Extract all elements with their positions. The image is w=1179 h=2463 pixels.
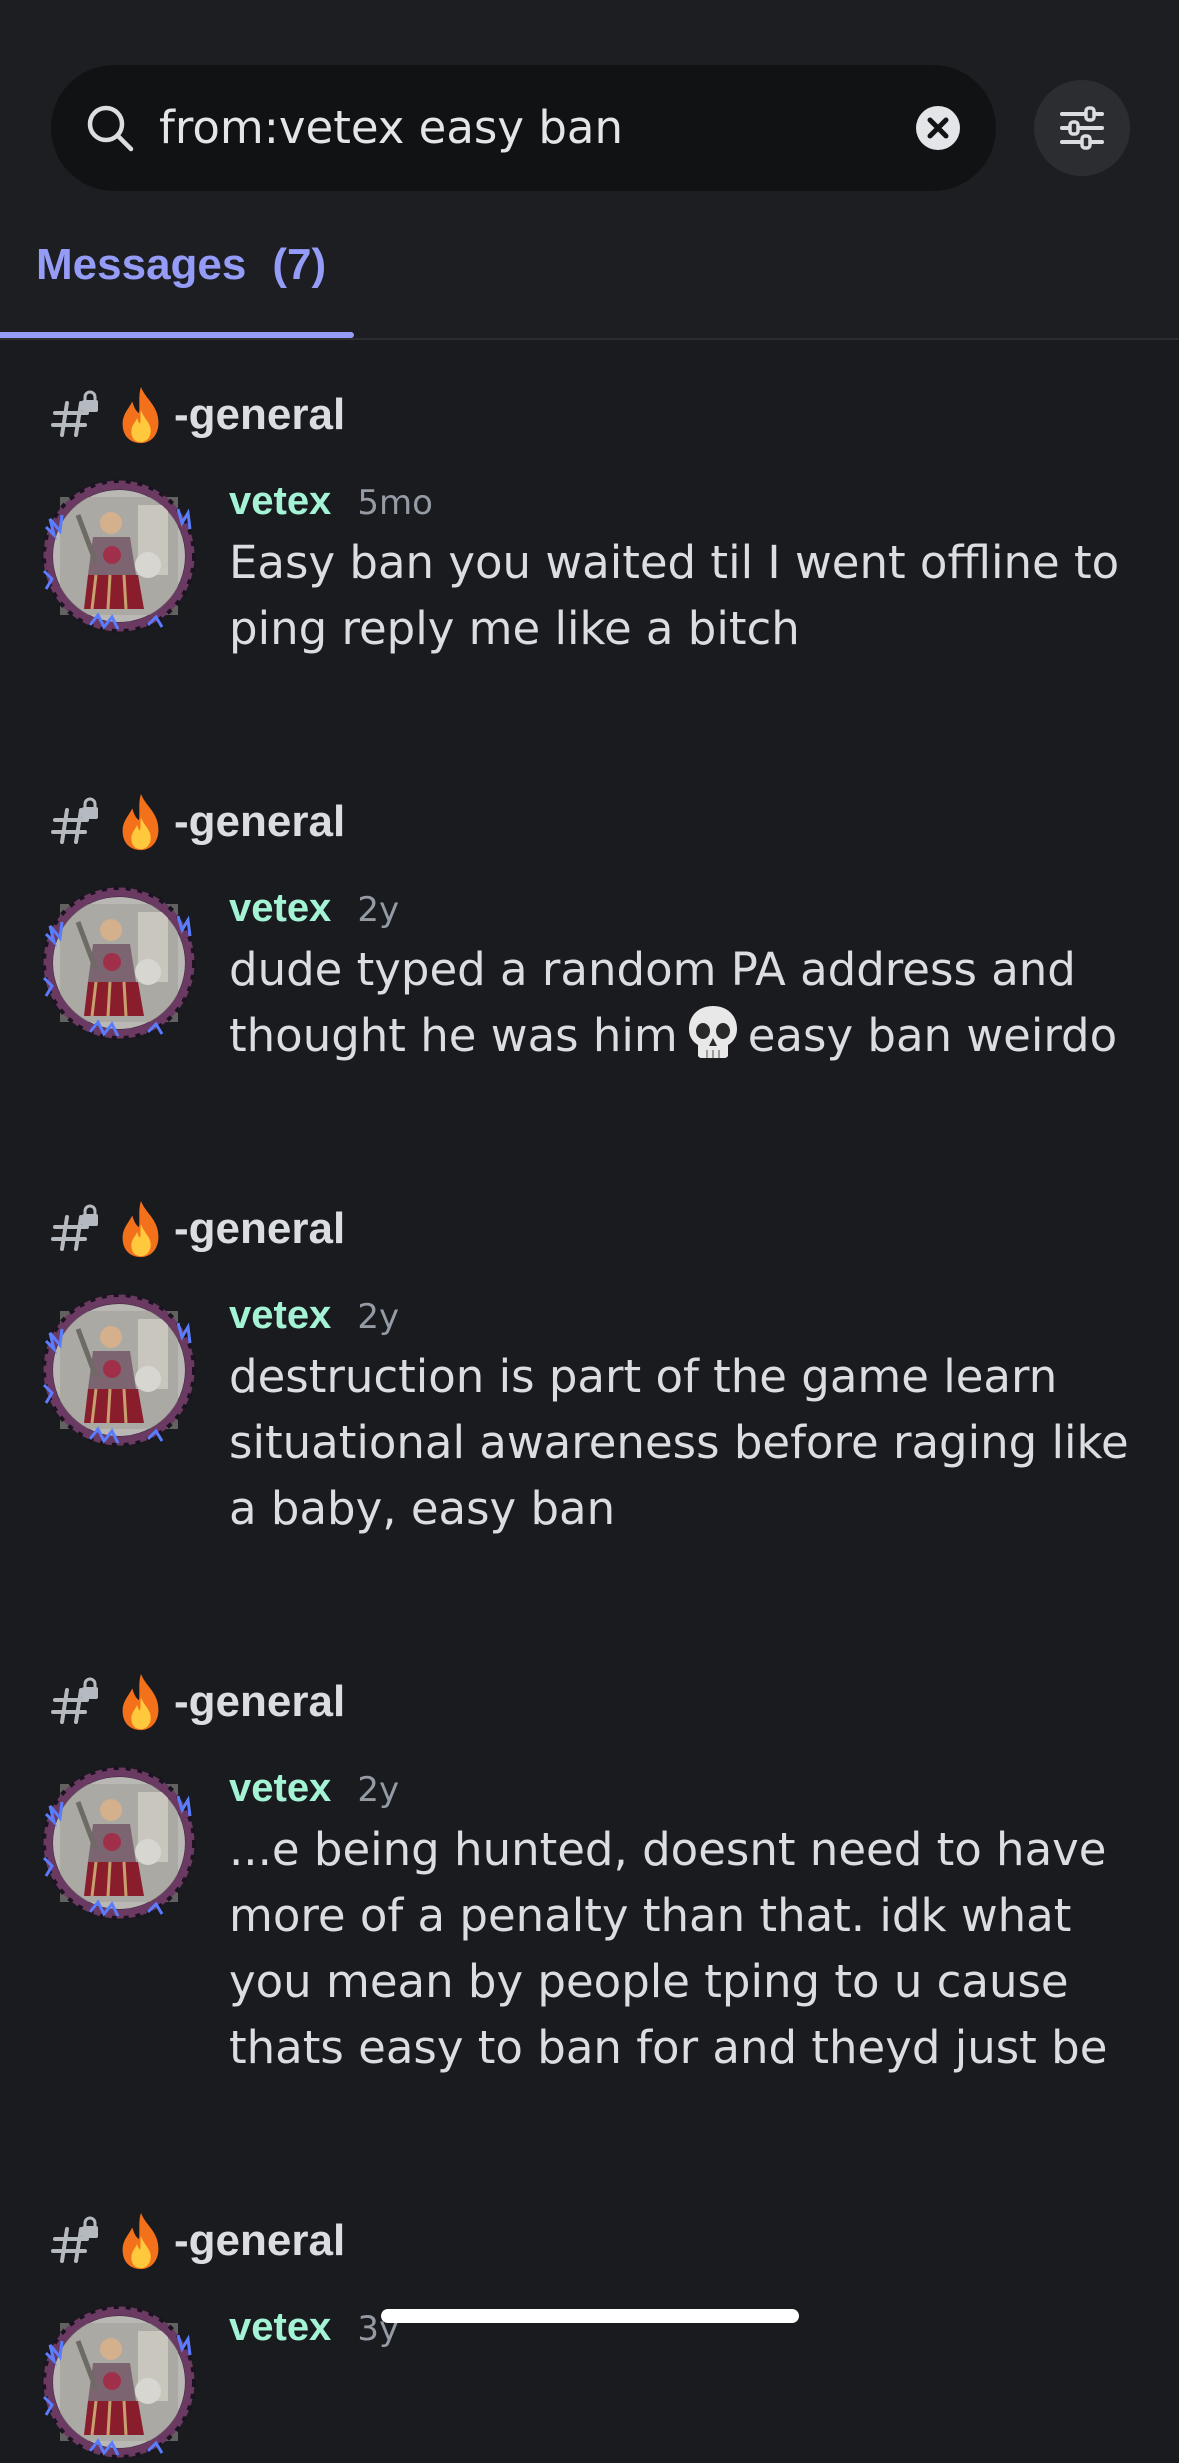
message-fragment: thought he was him (229, 1009, 678, 1062)
clear-search-button[interactable] (916, 106, 960, 150)
fire-emoji (110, 1198, 172, 1260)
author-name[interactable]: vetex (229, 1293, 331, 1338)
home-indicator[interactable] (381, 2309, 799, 2323)
fire-emoji (110, 2210, 172, 2272)
avatar[interactable] (38, 882, 200, 1044)
channel-header[interactable]: -general (50, 1667, 345, 1737)
clear-circle-icon (927, 117, 949, 139)
author-name[interactable]: vetex (229, 1766, 331, 1811)
skull-emoji (684, 1003, 742, 1061)
message-content[interactable]: ...e being hunted, doesnt need to have m… (229, 1817, 1129, 2081)
filter-button[interactable] (1034, 80, 1130, 176)
message-fragment: easy ban weirdo (747, 1009, 1118, 1062)
channel-name: -general (174, 1204, 346, 1253)
author-name[interactable]: vetex (229, 886, 331, 931)
avatar[interactable] (38, 1289, 200, 1451)
message-content[interactable]: destruction is part of the game learn si… (229, 1344, 1129, 1542)
message-line: you mean by people tping to u cause (229, 1955, 1069, 2008)
channel-name: -general (174, 2216, 346, 2265)
author-name[interactable]: vetex (229, 2305, 331, 2350)
message-meta: vetex 5mo (229, 479, 433, 524)
message-meta: vetex 2y (229, 1293, 399, 1338)
channel-header[interactable]: -general (50, 380, 345, 450)
search-header: from:vetex easy ban Messages (7) (0, 0, 1179, 340)
message-line: dude typed a random PA address and (229, 943, 1076, 996)
message-content[interactable]: Easy ban you waited til I went offline t… (229, 530, 1129, 662)
message-meta: vetex 3y (229, 2305, 399, 2350)
avatar[interactable] (38, 475, 200, 637)
message-line: ...e being hunted, doesnt need to have (229, 1823, 1107, 1876)
fire-emoji (110, 384, 172, 446)
message-line: situational awareness before raging like (229, 1416, 1129, 1469)
message-line: Easy ban you waited til I went offline t… (229, 536, 1120, 589)
search-input[interactable]: from:vetex easy ban (159, 65, 623, 191)
hashtag-locked-icon (50, 389, 102, 441)
channel-name: -general (174, 390, 346, 439)
fire-emoji (110, 1671, 172, 1733)
channel-header[interactable]: -general (50, 1194, 345, 1264)
timestamp: 2y (357, 1297, 400, 1337)
hashtag-locked-icon (50, 1203, 102, 1255)
message-meta: vetex 2y (229, 1766, 399, 1811)
tab-messages[interactable]: Messages (7) (36, 235, 326, 295)
timestamp: 2y (357, 1770, 400, 1810)
hashtag-locked-icon (50, 2215, 102, 2267)
hashtag-locked-icon (50, 1676, 102, 1728)
channel-header[interactable]: -general (50, 787, 345, 857)
channel-name: -general (174, 797, 346, 846)
channel-header[interactable]: -general (50, 2206, 345, 2276)
search-icon (87, 105, 134, 152)
channel-name: -general (174, 1677, 346, 1726)
message-line: destruction is part of the game learn (229, 1350, 1058, 1403)
timestamp: 5mo (357, 483, 433, 523)
sliders-icon (1060, 106, 1104, 150)
avatar[interactable] (38, 1762, 200, 1924)
tab-messages-count: (7) (272, 240, 327, 289)
message-line: thats easy to ban for and theyd just be (229, 2021, 1108, 2074)
tab-divider (0, 338, 1179, 340)
hashtag-locked-icon (50, 796, 102, 848)
author-name[interactable]: vetex (229, 479, 331, 524)
search-bar[interactable]: from:vetex easy ban (51, 65, 996, 191)
message-content[interactable]: dude typed a random PA address and thoug… (229, 937, 1129, 1069)
message-line: ping reply me like a bitch (229, 602, 800, 655)
message-line-with-emoji: thought he was him easy ban weirdo (229, 1003, 1129, 1069)
tab-messages-label: Messages (36, 240, 247, 289)
message-line: more of a penalty than that. idk what (229, 1889, 1072, 1942)
message-line: a baby, easy ban (229, 1482, 616, 1535)
timestamp: 2y (357, 890, 400, 930)
message-meta: vetex 2y (229, 886, 399, 931)
avatar[interactable] (38, 2301, 200, 2463)
fire-emoji (110, 791, 172, 853)
